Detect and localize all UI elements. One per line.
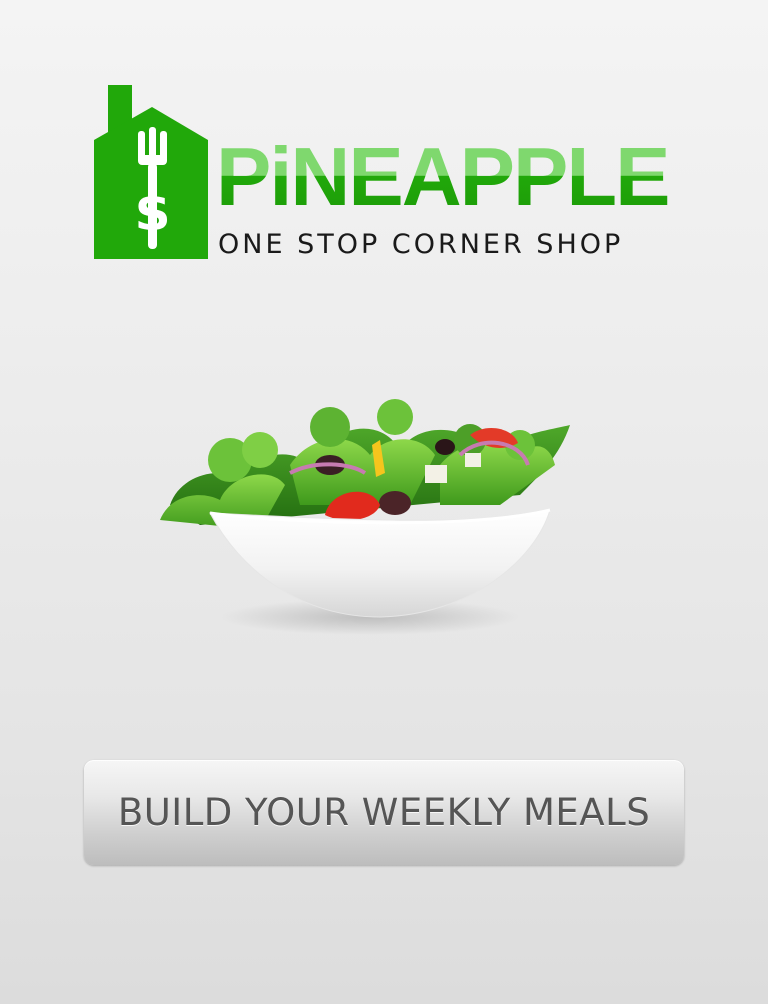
- build-weekly-meals-label: BUILD YOUR WEEKLY MEALS: [117, 791, 651, 834]
- brand-name: PiNEAPPLE: [216, 130, 670, 223]
- app-logo: $ PiNEAPPLE ONE STOP CORNER SHOP: [94, 85, 670, 265]
- salad-bowl-image: [140, 355, 590, 655]
- build-weekly-meals-button[interactable]: BUILD YOUR WEEKLY MEALS: [84, 760, 684, 865]
- svg-text:$: $: [134, 183, 170, 243]
- house-fork-dollar-icon: $: [94, 85, 208, 259]
- brand-tagline: ONE STOP CORNER SHOP: [218, 229, 624, 260]
